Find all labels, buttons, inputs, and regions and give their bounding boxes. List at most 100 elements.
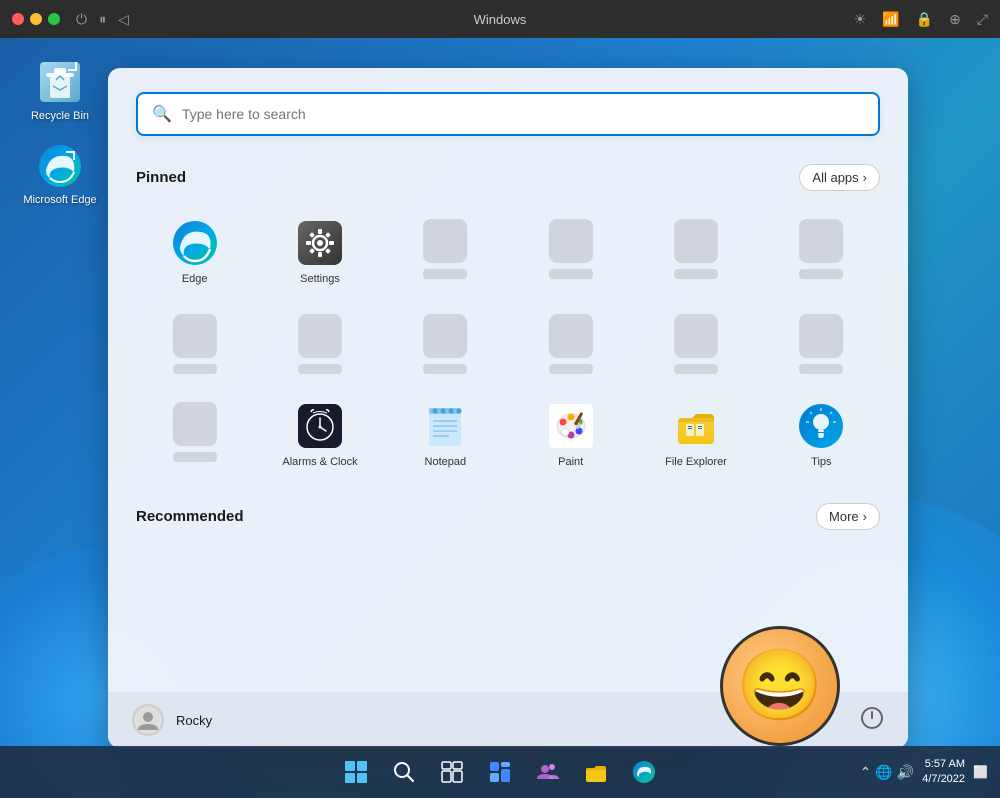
pinned-apps-grid: Edge: [136, 209, 880, 479]
file-explorer-label: File Explorer: [665, 456, 727, 469]
placeholder-label-2: [549, 269, 593, 279]
app-item-placeholder-9[interactable]: [637, 304, 754, 384]
app-item-placeholder-5[interactable]: [136, 304, 253, 384]
taskbar-start-button[interactable]: [334, 750, 378, 794]
edge-app-svg: [173, 221, 217, 265]
maximize-button[interactable]: [48, 13, 60, 25]
window-title: Windows: [474, 12, 527, 27]
lock-icon[interactable]: 🔒: [916, 11, 933, 28]
placeholder-label-11: [173, 452, 217, 462]
explorer-taskbar-icon: [585, 761, 607, 783]
cartoon-face: 😄: [720, 626, 840, 746]
placeholder-icon-4: [799, 219, 843, 263]
taskbar-explorer-button[interactable]: [574, 750, 618, 794]
app-item-alarms-clock[interactable]: Alarms & Clock: [261, 392, 378, 479]
desktop-icon-edge[interactable]: Microsoft Edge: [20, 142, 100, 206]
settings-app-label: Settings: [300, 273, 340, 286]
placeholder-label-1: [423, 269, 467, 279]
alarms-clock-icon: [296, 402, 344, 450]
app-item-placeholder-7[interactable]: [387, 304, 504, 384]
paint-svg: [549, 404, 593, 448]
close-button[interactable]: [12, 13, 24, 25]
pinned-section-header: Pinned All apps ›: [136, 164, 880, 191]
chevron-right-icon: ›: [863, 170, 867, 185]
paint-label: Paint: [558, 456, 583, 469]
edge-svg: [38, 144, 82, 188]
app-item-tips[interactable]: Tips: [763, 392, 880, 479]
search-icon: 🔍: [152, 104, 172, 124]
more-button[interactable]: More ›: [816, 503, 880, 530]
taskbar-search-button[interactable]: [382, 750, 426, 794]
taskview-icon: [441, 761, 463, 783]
fullscreen-icon[interactable]: ⤢: [977, 11, 988, 28]
recycle-bin-svg: [38, 60, 82, 104]
settings-app-icon: [296, 219, 344, 267]
recommended-header: Recommended More ›: [136, 503, 880, 530]
placeholder-icon-5: [173, 314, 217, 358]
app-item-placeholder-2[interactable]: [512, 209, 629, 296]
clock-date: 4/7/2022: [922, 772, 965, 787]
settings-icon[interactable]: ⊕: [949, 11, 961, 28]
widgets-icon: [489, 761, 511, 783]
placeholder-icon-2: [549, 219, 593, 263]
search-bar[interactable]: 🔍: [136, 92, 880, 136]
placeholder-icon-3: [674, 219, 718, 263]
wifi-icon[interactable]: 📶: [882, 11, 899, 28]
chevron-up-icon[interactable]: ⌃: [860, 764, 872, 781]
edge-desktop-icon: [36, 142, 84, 190]
app-item-file-explorer[interactable]: File Explorer: [637, 392, 754, 479]
traffic-lights: [12, 13, 60, 25]
placeholder-icon-8: [549, 314, 593, 358]
app-item-placeholder-6[interactable]: [261, 304, 378, 384]
all-apps-button[interactable]: All apps ›: [799, 164, 880, 191]
windows-logo-icon: [345, 761, 367, 783]
clock-time: 5:57 AM: [922, 757, 965, 772]
search-taskbar-icon: [393, 761, 415, 783]
taskbar-center-items: [334, 750, 666, 794]
taskbar-taskview-button[interactable]: [430, 750, 474, 794]
network-icon[interactable]: 🌐: [875, 764, 892, 781]
more-label: More: [829, 509, 859, 524]
taskbar-widgets-button[interactable]: [478, 750, 522, 794]
system-clock[interactable]: 5:57 AM 4/7/2022: [922, 757, 965, 788]
desktop: Recycle Bin: [0, 38, 1000, 798]
app-item-settings[interactable]: Settings: [261, 209, 378, 296]
placeholder-icon-7: [423, 314, 467, 358]
app-item-placeholder-11[interactable]: [136, 392, 253, 479]
pinned-title: Pinned: [136, 169, 186, 186]
placeholder-label-10: [799, 364, 843, 374]
app-item-notepad[interactable]: Notepad: [387, 392, 504, 479]
placeholder-label-9: [674, 364, 718, 374]
app-item-placeholder-1[interactable]: [387, 209, 504, 296]
back-icon[interactable]: ◁: [118, 11, 129, 28]
taskbar: ⌃ 🌐 🔊 5:57 AM 4/7/2022 ⬜: [0, 746, 1000, 798]
edge-taskbar-icon: [633, 761, 655, 783]
taskbar-system-tray: ⌃ 🌐 🔊 5:57 AM 4/7/2022 ⬜: [860, 757, 988, 788]
user-avatar: [132, 704, 164, 736]
app-item-placeholder-10[interactable]: [763, 304, 880, 384]
settings-svg: [298, 221, 342, 265]
app-item-placeholder-8[interactable]: [512, 304, 629, 384]
taskbar-teams-button[interactable]: [526, 750, 570, 794]
taskbar-edge-button[interactable]: [622, 750, 666, 794]
power-icon[interactable]: ⏻: [76, 11, 87, 28]
app-item-placeholder-4[interactable]: [763, 209, 880, 296]
app-item-edge[interactable]: Edge: [136, 209, 253, 296]
notification-icon[interactable]: ⬜: [973, 765, 988, 779]
edge-label: Microsoft Edge: [23, 194, 96, 206]
search-input[interactable]: [182, 106, 864, 122]
recycle-bin-label: Recycle Bin: [31, 110, 89, 122]
placeholder-icon-1: [423, 219, 467, 263]
user-name: Rocky: [176, 713, 212, 728]
desktop-icon-recycle-bin[interactable]: Recycle Bin: [20, 58, 100, 122]
brightness-icon[interactable]: ☀: [854, 11, 867, 28]
placeholder-label-6: [298, 364, 342, 374]
system-icons-group: ⌃ 🌐 🔊: [860, 764, 915, 781]
more-chevron-icon: ›: [863, 509, 867, 524]
app-item-placeholder-3[interactable]: [637, 209, 754, 296]
app-item-paint[interactable]: Paint: [512, 392, 629, 479]
pause-icon[interactable]: ⏸: [99, 11, 106, 28]
placeholder-label-8: [549, 364, 593, 374]
volume-icon[interactable]: 🔊: [897, 764, 914, 781]
minimize-button[interactable]: [30, 13, 42, 25]
